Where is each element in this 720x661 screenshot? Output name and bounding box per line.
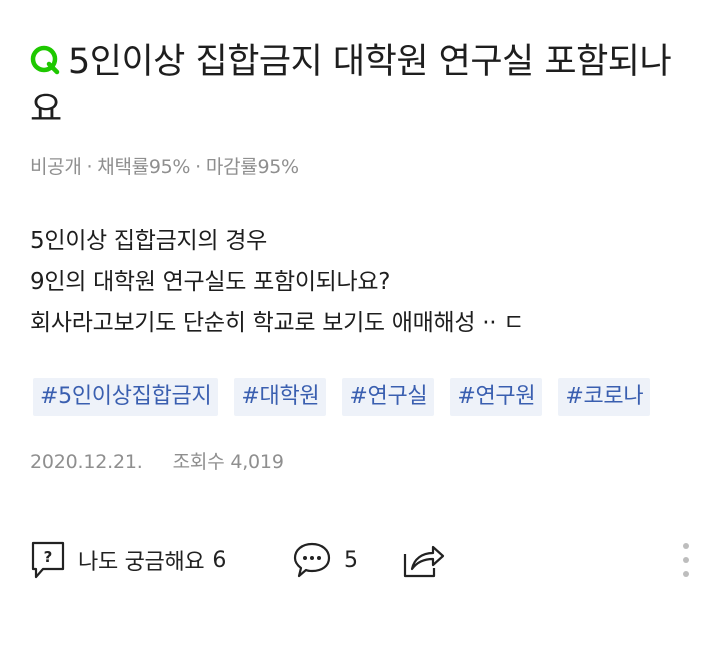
comment-icon bbox=[293, 542, 331, 578]
tag-item[interactable]: #5인이상집합금지 bbox=[33, 378, 219, 416]
visibility-label: 비공개 bbox=[30, 156, 82, 178]
share-icon bbox=[403, 545, 445, 578]
tag-list: #5인이상집합금지 #대학원 #연구실 #연구원 #코로나 bbox=[33, 378, 666, 416]
meta-separator: · bbox=[195, 156, 201, 178]
question-bubble-icon: ? bbox=[31, 541, 65, 579]
question-meta: 비공개 · 채택률95% · 마감률95% bbox=[30, 152, 299, 179]
tag-item[interactable]: #연구실 bbox=[342, 378, 435, 416]
question-info: 2020.12.21. 조회수 4,019 bbox=[30, 447, 284, 474]
comment-count: 5 bbox=[344, 547, 358, 573]
body-line: 9인의 대학원 연구실도 포함이되나요? bbox=[30, 269, 391, 295]
q-icon bbox=[30, 45, 60, 75]
body-line: 5인이상 집합금지의 경우 bbox=[30, 228, 267, 254]
question-header: 5인이상 집합금지 대학원 연구실 포함되나요 bbox=[30, 38, 695, 134]
question-detail-page: 5인이상 집합금지 대학원 연구실 포함되나요 비공개 · 채택률95% · 마감률95… bbox=[0, 0, 720, 661]
meta-separator: · bbox=[86, 156, 93, 178]
comment-button[interactable]: 5 bbox=[292, 538, 358, 582]
curious-label: 나도 궁금해요 bbox=[78, 550, 205, 575]
action-bar: ? 나도 궁금해요 6 5 bbox=[30, 538, 698, 582]
question-body: 5인이상 집합금지의 경우 9인의 대학원 연구실도 포함이되나요? 회사라고보… bbox=[30, 221, 524, 344]
deadline-rate: 마감률95% bbox=[205, 156, 299, 178]
question-title: 5인이상 집합금지 대학원 연구실 포함되나요 bbox=[30, 38, 695, 134]
svg-text:?: ? bbox=[44, 548, 53, 566]
share-button[interactable] bbox=[402, 538, 446, 582]
question-title-text: 5인이상 집합금지 대학원 연구실 포함되나요 bbox=[30, 42, 672, 130]
body-line: 회사라고보기도 단순히 학교로 보기도 애매해성 ·· ㄷ bbox=[30, 310, 525, 336]
view-count: 조회수 4,019 bbox=[172, 451, 284, 473]
post-date: 2020.12.21. bbox=[30, 451, 143, 473]
more-button[interactable] bbox=[680, 538, 692, 582]
tag-item[interactable]: #대학원 bbox=[234, 378, 327, 416]
curious-button[interactable]: ? 나도 궁금해요 6 bbox=[30, 538, 226, 582]
adoption-rate: 채택률95% bbox=[97, 156, 191, 178]
tag-item[interactable]: #코로나 bbox=[558, 378, 651, 416]
curious-count: 6 bbox=[212, 547, 227, 573]
tag-item[interactable]: #연구원 bbox=[450, 378, 543, 416]
more-vertical-icon bbox=[683, 543, 689, 577]
